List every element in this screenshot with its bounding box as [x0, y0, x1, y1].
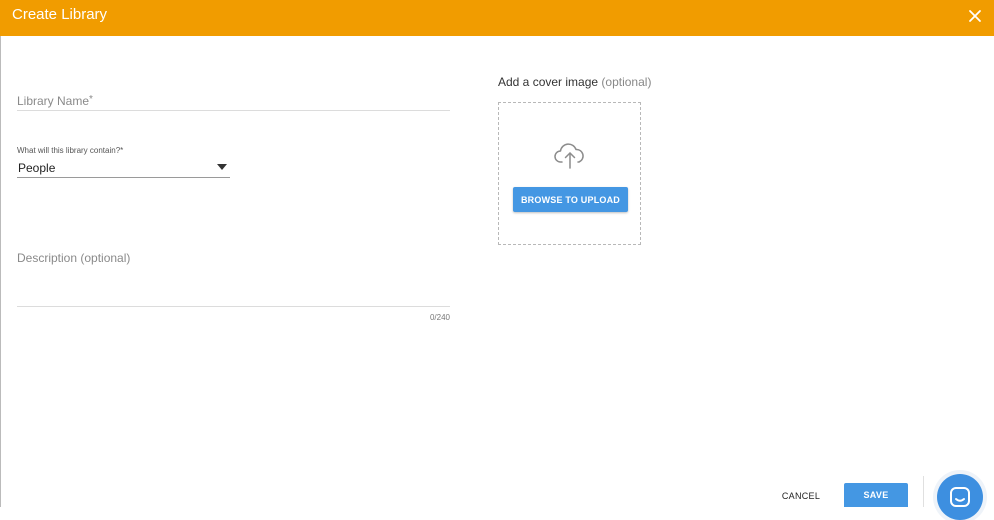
save-button[interactable]: SAVE	[844, 483, 908, 507]
library-name-input[interactable]	[17, 90, 450, 110]
library-contains-value: People	[18, 161, 56, 175]
browse-to-upload-button[interactable]: BROWSE TO UPLOAD	[513, 187, 628, 212]
description-input[interactable]	[17, 266, 454, 310]
dialog-header: Create Library	[0, 0, 994, 36]
dialog-title: Create Library	[12, 6, 108, 23]
chat-launcher-button[interactable]	[937, 474, 983, 520]
description-underline	[17, 306, 450, 307]
cancel-button[interactable]: CANCEL	[770, 485, 832, 507]
library-name-underline	[17, 110, 450, 111]
close-button[interactable]	[964, 5, 986, 27]
close-icon	[969, 10, 981, 22]
cloud-upload-icon	[553, 141, 587, 169]
chat-launcher-icon	[950, 487, 970, 507]
description-label: Description (optional)	[17, 251, 131, 265]
cover-image-title: Add a cover image (optional)	[498, 75, 652, 89]
footer-divider	[923, 476, 924, 507]
dialog-border	[0, 36, 1, 507]
caret-down-icon	[217, 164, 227, 170]
cover-image-dropzone[interactable]	[498, 102, 641, 245]
description-char-counter: 0/240	[429, 313, 450, 322]
library-contains-underline	[17, 177, 230, 178]
